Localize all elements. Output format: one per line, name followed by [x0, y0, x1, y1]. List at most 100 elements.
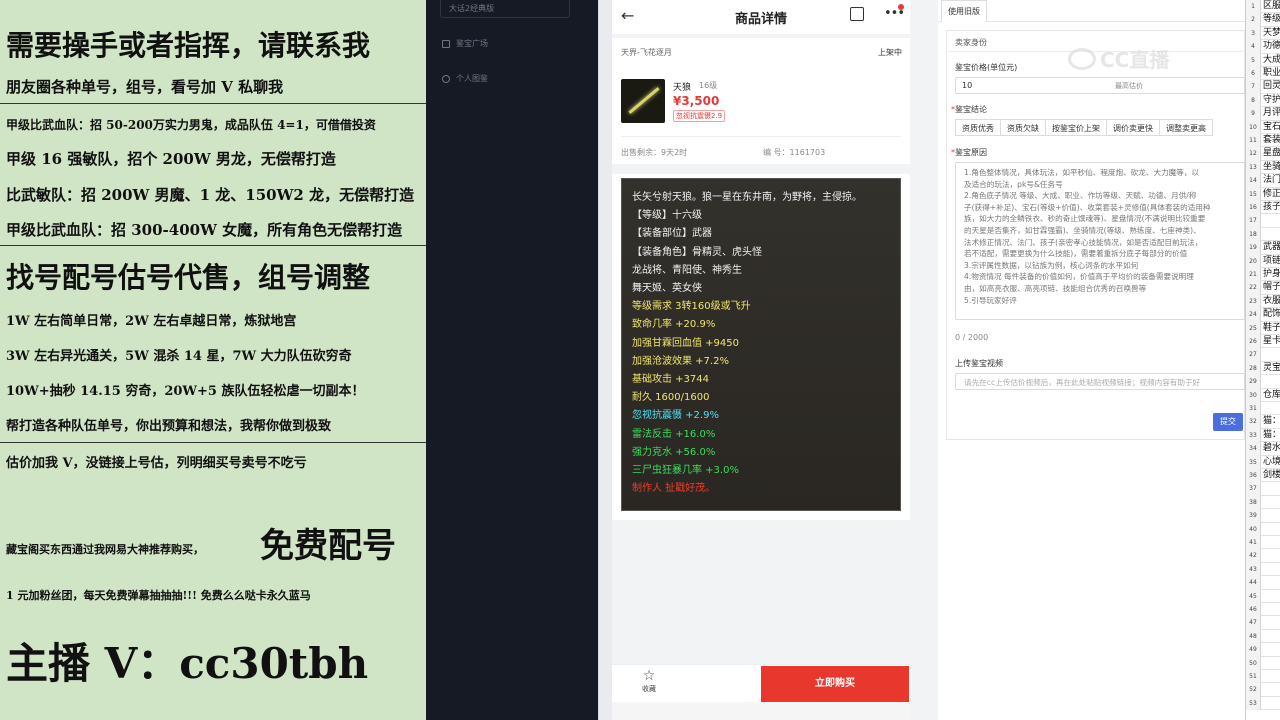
table-row[interactable]: 52: [1246, 683, 1280, 697]
table-row[interactable]: 10 宝石: [1246, 120, 1280, 134]
table-row[interactable]: 42: [1246, 549, 1280, 563]
table-row[interactable]: 21 护身: [1246, 268, 1280, 282]
table-row[interactable]: 53: [1246, 696, 1280, 711]
weapon-image: [628, 87, 660, 114]
streamer-contact: 主播 V：cc30tbh: [6, 639, 369, 688]
table-row[interactable]: 16 孩子: [1246, 201, 1280, 215]
table-row[interactable]: 49: [1246, 643, 1280, 657]
option-button[interactable]: 按鉴宝价上架: [1045, 119, 1107, 136]
table-row[interactable]: 43: [1246, 562, 1280, 577]
promo-line: 甲级 16 强敏队，招个 200W 男龙，无偿帮打造: [6, 150, 336, 168]
table-row[interactable]: 38: [1246, 495, 1280, 510]
version-dropdown[interactable]: 大话2经典版: [440, 0, 570, 18]
table-row[interactable]: 36 剑楼: [1246, 469, 1280, 483]
option-button[interactable]: 调价卖更快: [1106, 119, 1160, 136]
table-row[interactable]: 12 星盘: [1246, 147, 1280, 161]
table-row[interactable]: 4 功德: [1246, 40, 1280, 54]
table-row[interactable]: 28 灵宝: [1246, 361, 1280, 376]
form-panel: 卖家身份 鉴宝价格(单位元) 10 最高估价 *鉴宝结论 资质优秀 资质欠缺 按…: [946, 30, 1245, 440]
reason-line: 1.角色整体情况，具体玩法，如平秒仙、程度炮、砍龙、大力魔等，以: [964, 168, 1200, 177]
table-row[interactable]: 51: [1246, 670, 1280, 684]
promo-line: 免费配号: [260, 526, 396, 566]
table-row[interactable]: 35 心境: [1246, 455, 1280, 469]
tab-old-version[interactable]: 使用旧版: [941, 0, 987, 22]
reason-line: 子(获得+补足)、宝石(等级+价值)、收菜套装+灵修值(具体套装的适用种: [964, 202, 1211, 212]
table-row[interactable]: 46: [1246, 603, 1280, 617]
row-number: 50: [1246, 656, 1261, 670]
table-row[interactable]: 3 天梦: [1246, 26, 1280, 41]
section-title: 卖家身份: [955, 38, 987, 47]
table-row[interactable]: 50: [1246, 656, 1280, 670]
table-row[interactable]: 18: [1246, 227, 1280, 242]
row-number: 9: [1246, 107, 1261, 121]
row-number: 47: [1246, 616, 1261, 630]
table-row[interactable]: 22 帽子: [1246, 281, 1280, 295]
table-row[interactable]: 5 大成: [1246, 53, 1280, 67]
tooltip-line: 等级需求 3转160级或飞升: [632, 301, 751, 313]
table-row[interactable]: 48: [1246, 629, 1280, 644]
table-row[interactable]: 44: [1246, 576, 1280, 590]
product-header: ← 商品详情 •••: [612, 0, 910, 34]
table-row[interactable]: 27: [1246, 348, 1280, 362]
listing-status: 上架中: [878, 48, 902, 57]
table-row[interactable]: 25 鞋子: [1246, 321, 1280, 335]
table-row[interactable]: 29: [1246, 375, 1280, 389]
favorite-button[interactable]: ☆ 收藏: [634, 668, 664, 694]
tooltip-line: 长矢兮射天狼。狼一星在东井南，为野将，主侵掠。: [632, 192, 862, 203]
buy-now-button[interactable]: 立即购买: [761, 666, 909, 702]
table-row[interactable]: 32 猫：: [1246, 415, 1280, 429]
option-button[interactable]: 资质欠缺: [1000, 119, 1046, 136]
table-row[interactable]: 14 法门: [1246, 174, 1280, 188]
table-row[interactable]: 7 回灵: [1246, 80, 1280, 94]
reason-line: 5.引导玩家好评: [964, 295, 1017, 305]
submit-button[interactable]: 提交: [1213, 413, 1243, 431]
table-row[interactable]: 9 月评: [1246, 107, 1280, 121]
table-cell: 职业: [1263, 68, 1280, 78]
table-row[interactable]: 33 猫：: [1246, 428, 1280, 443]
table-row[interactable]: 13 坐骑: [1246, 160, 1280, 175]
table-row[interactable]: 20 项链: [1246, 254, 1280, 268]
table-row[interactable]: 6 职业: [1246, 67, 1280, 81]
option-button[interactable]: 资质优秀: [955, 119, 1001, 136]
notification-dot: [898, 4, 904, 10]
table-row[interactable]: 39: [1246, 509, 1280, 523]
table-row[interactable]: 34 碧水: [1246, 442, 1280, 456]
row-number: 27: [1246, 348, 1261, 362]
table-row[interactable]: 8 守护: [1246, 93, 1280, 108]
table-row[interactable]: 37: [1246, 482, 1280, 496]
row-number: 53: [1246, 696, 1261, 711]
table-cell: 鞋子: [1263, 322, 1280, 333]
table-row[interactable]: 24 配饰: [1246, 308, 1280, 322]
table-row[interactable]: 26 星卡: [1246, 335, 1280, 349]
row-number: 29: [1246, 375, 1261, 389]
promo-line: 3W 左右异光通关，5W 混杀 14 星，7W 大力队伍砍穷奇: [6, 349, 352, 364]
table-row[interactable]: 23 衣服: [1246, 294, 1280, 309]
video-link-input[interactable]: 请先在cc上传估价视频后，再在此处粘贴视频链接；视频内容有助于好: [955, 373, 1245, 390]
table-row[interactable]: 11 套装: [1246, 134, 1280, 148]
table-row[interactable]: 30 仓库: [1246, 388, 1280, 402]
cc-logo-icon: [1068, 47, 1096, 70]
table-row[interactable]: 45: [1246, 589, 1280, 603]
promo-line: 需要操手或者指挥，请联系我: [6, 29, 371, 62]
table-row[interactable]: 2 等级: [1246, 13, 1280, 27]
sidebar-item-personal-gallery[interactable]: 个人图鉴: [442, 73, 488, 84]
table-row[interactable]: 1 区服: [1246, 0, 1280, 14]
table-row[interactable]: 40: [1246, 522, 1280, 536]
price-input[interactable]: 10: [955, 77, 1245, 94]
option-button[interactable]: 调整卖更高: [1159, 119, 1213, 136]
reason-line: 4.物资情况 每件装备的价值如何，价值高于平均价的装备需要说明理: [964, 272, 1194, 282]
table-row[interactable]: 31: [1246, 402, 1280, 416]
sidebar-item-appraisal-square[interactable]: 鉴宝广场: [442, 38, 488, 49]
table-row[interactable]: 19 武器: [1246, 241, 1280, 255]
share-icon[interactable]: [850, 7, 864, 21]
item-thumbnail[interactable]: [621, 79, 665, 123]
table-row[interactable]: 17: [1246, 214, 1280, 228]
table-row[interactable]: 15 修正: [1246, 187, 1280, 201]
reason-textarea[interactable]: 1.角色整体情况，具体玩法，如平秒仙、程度炮、砍龙、大力魔等，以 及适合的玩法，p…: [955, 162, 1245, 320]
table-row[interactable]: 47: [1246, 616, 1280, 630]
person-icon: [442, 74, 450, 83]
product-summary-card: 天界-飞花逐月 上架中 天狼 16级 ¥3,500 忽视抗震慑2.9 出售剩余：…: [612, 38, 910, 164]
table-row[interactable]: 41: [1246, 536, 1280, 550]
promo-line: 藏宝阁买东西通过我网易大神推荐购买，: [6, 543, 204, 556]
table-cell: 区服: [1263, 1, 1280, 11]
